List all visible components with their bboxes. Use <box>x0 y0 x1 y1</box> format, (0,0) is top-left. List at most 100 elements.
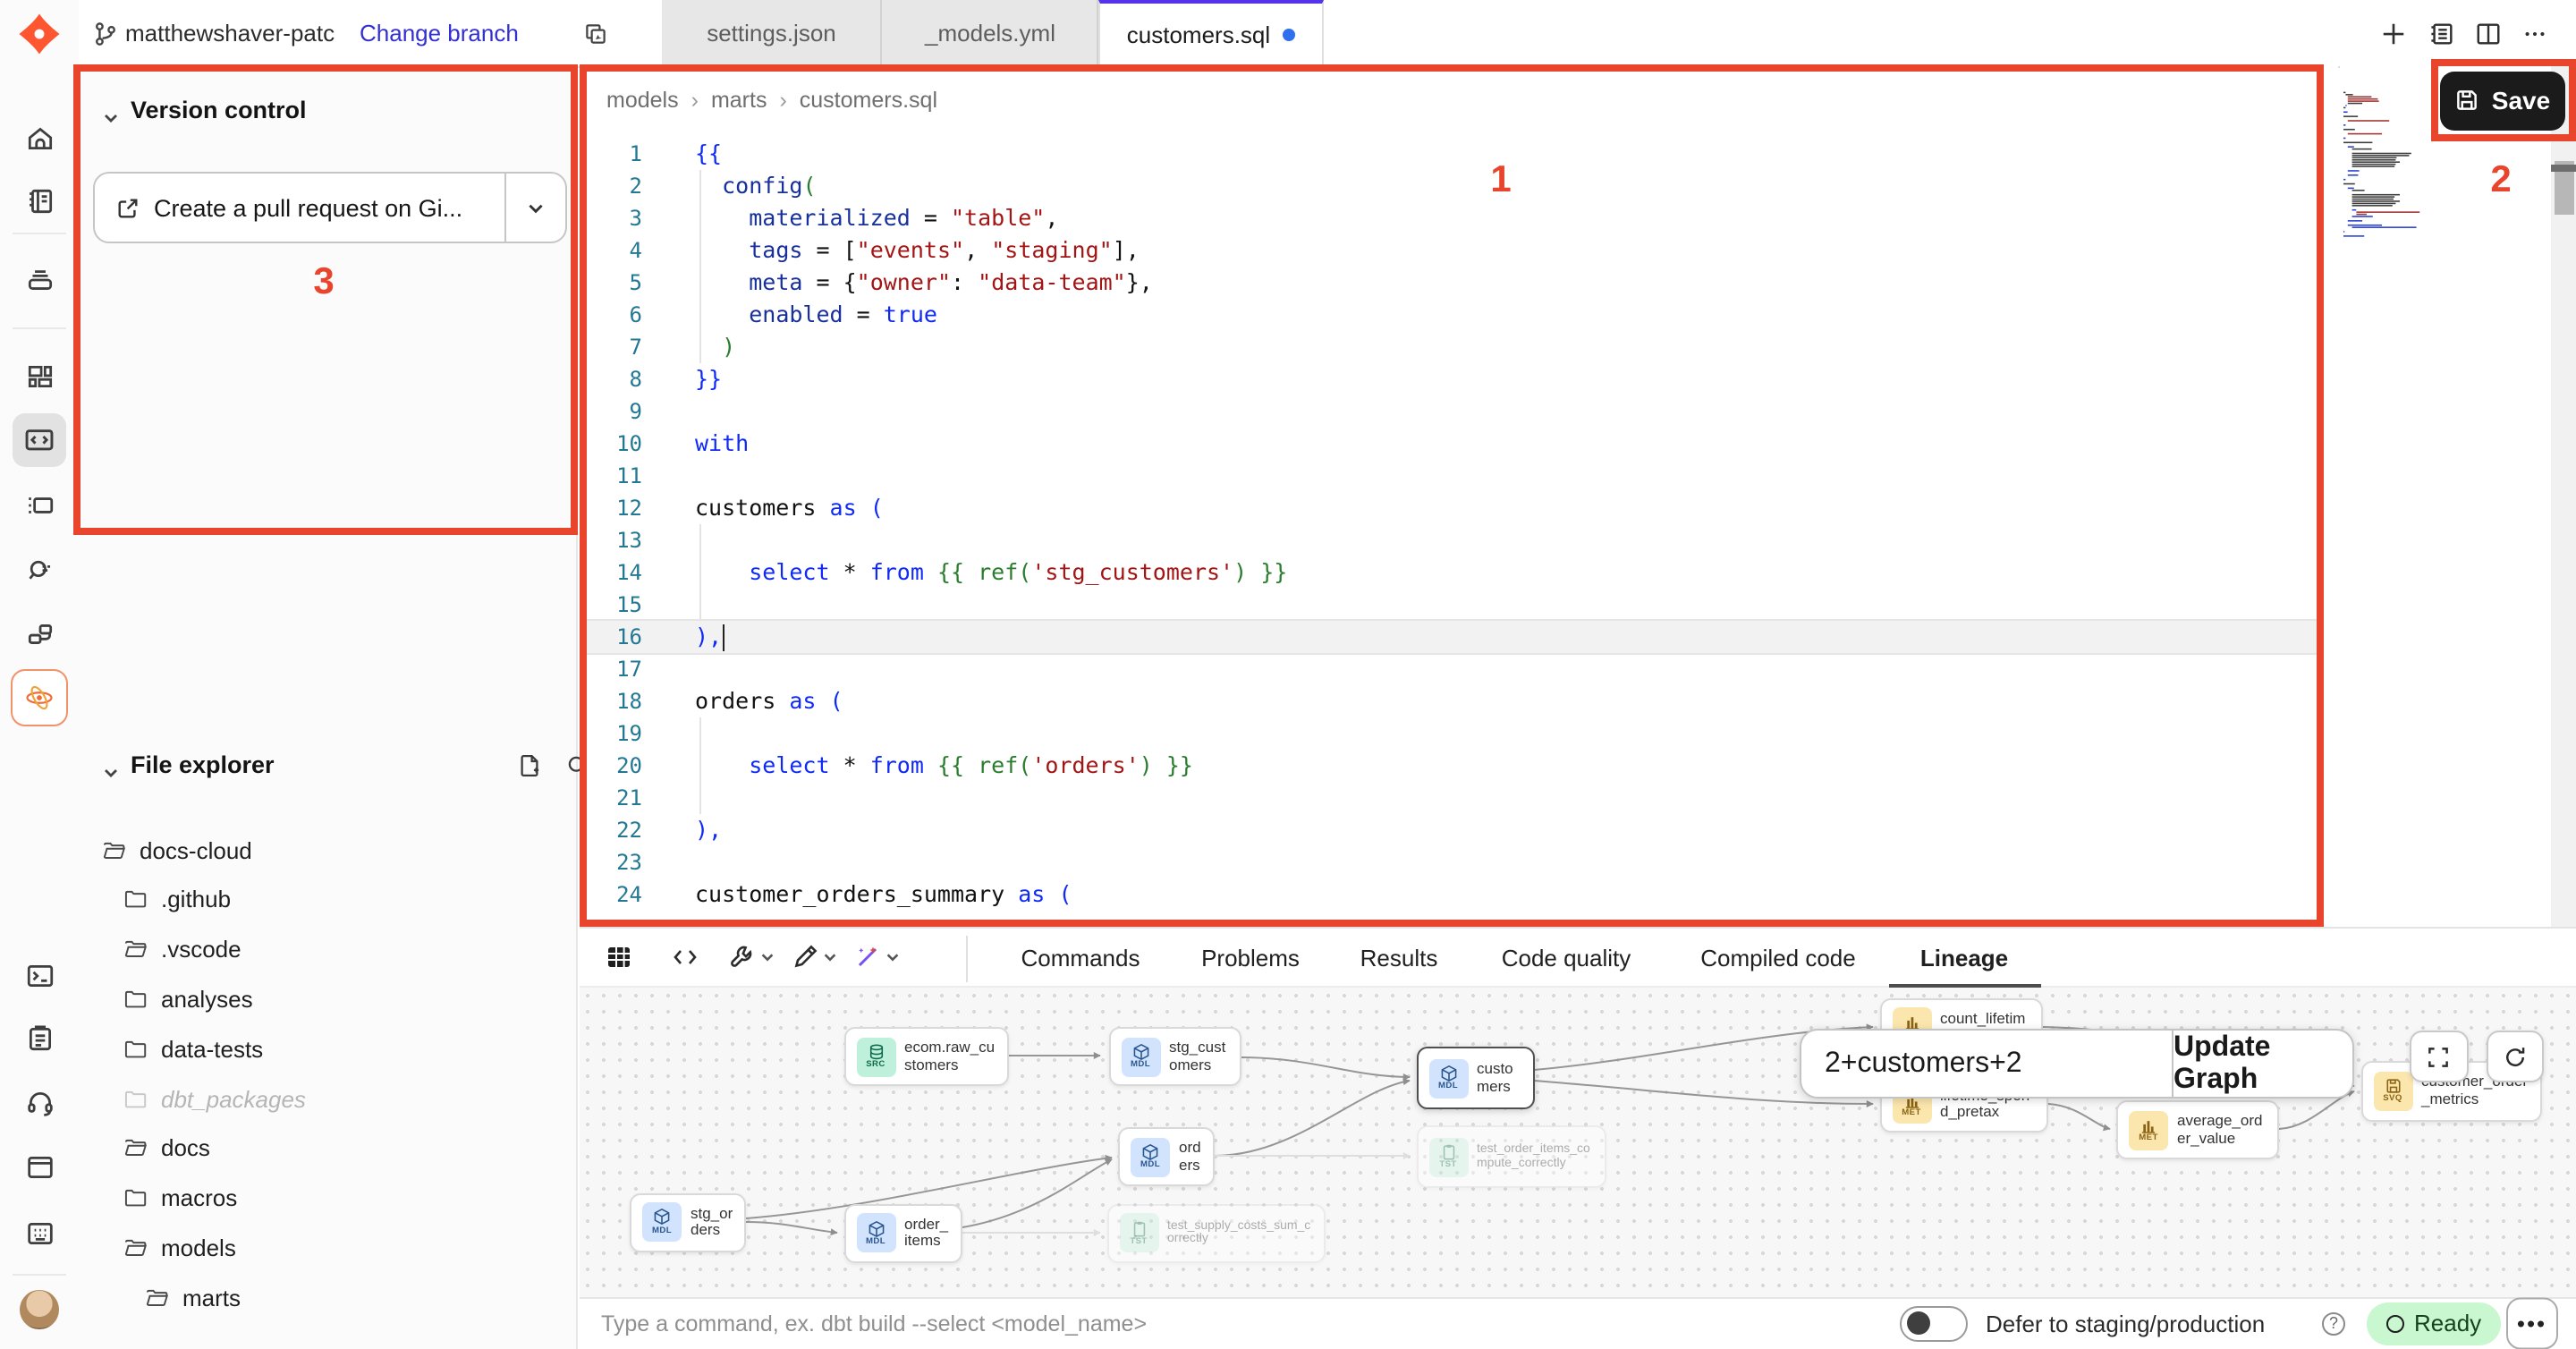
tab-customers.sql[interactable]: customers.sql <box>1098 0 1324 66</box>
code-line-8[interactable]: 8}} <box>580 363 2338 395</box>
lineage-selector-input[interactable]: 2+customers+2 <box>1801 1048 2172 1080</box>
outline-panel-icon[interactable] <box>2428 20 2455 47</box>
tab-_models.yml[interactable]: _models.yml <box>882 0 1098 66</box>
home-icon[interactable] <box>13 111 66 165</box>
save-button[interactable]: Save <box>2439 72 2565 130</box>
copy-branch-icon[interactable] <box>583 21 608 46</box>
file-tree-item-docs[interactable]: docs <box>79 1124 623 1174</box>
editor-scrollbar[interactable] <box>2551 66 2576 927</box>
code-line-10[interactable]: 10with <box>580 428 2338 460</box>
lineage-node-customers[interactable]: MDLcustomers <box>1416 1047 1534 1109</box>
code-line-3[interactable]: 3 materialized = "table", <box>580 202 2338 234</box>
create-pr-button[interactable]: Create a pull request on Gi... <box>93 172 567 243</box>
chevron-down-icon[interactable] <box>758 949 775 965</box>
chevron-down-icon[interactable] <box>102 764 120 782</box>
file-tree-item-docs-cloud[interactable]: docs-cloud <box>79 825 601 875</box>
lineage-node-order_items[interactable]: MDLorder_items <box>843 1203 962 1263</box>
more-options-button[interactable]: ••• <box>2505 1297 2558 1349</box>
code-line-4[interactable]: 4 tags = ["events", "staging"], <box>580 234 2338 267</box>
file-tree-item-dbt_packages[interactable]: dbt_packages <box>79 1073 623 1124</box>
code-editor[interactable]: models›marts›customers.sql 1{{2 config(3… <box>580 66 2338 927</box>
integrations-icon[interactable] <box>13 607 66 660</box>
more-icon[interactable] <box>2521 20 2548 47</box>
build-tools-icon[interactable] <box>728 943 757 971</box>
code-line-13[interactable]: 13 <box>580 524 2338 556</box>
lineage-node-orders[interactable]: MDLorders <box>1118 1127 1215 1186</box>
observability-icon[interactable] <box>13 542 66 596</box>
file-tree-item-marts[interactable]: marts <box>79 1272 644 1322</box>
code-line-1[interactable]: 1{{ <box>580 138 2338 170</box>
lineage-node-ecom.raw_customers[interactable]: SRCecom.raw_customers <box>843 1027 1008 1086</box>
file-tree-item-data-tests[interactable]: data-tests <box>79 1023 623 1073</box>
environments-icon[interactable] <box>13 252 66 306</box>
code-line-15[interactable]: 15 <box>580 589 2338 621</box>
code-line-24[interactable]: 24customer_orders_summary as ( <box>580 878 2338 911</box>
code-line-11[interactable]: 11 <box>580 460 2338 492</box>
code-line-21[interactable]: 21 <box>580 782 2338 814</box>
split-editor-icon[interactable] <box>2475 20 2502 47</box>
keypad-icon[interactable] <box>13 1206 66 1260</box>
file-tree-item-macros[interactable]: macros <box>79 1173 623 1223</box>
lineage-node-average_order_value[interactable]: METaverage_order_value <box>2116 1100 2279 1159</box>
tab-lineage[interactable]: Lineage <box>1920 929 2008 988</box>
code-line-5[interactable]: 5 meta = {"owner": "data-team"}, <box>580 267 2338 299</box>
results-table-icon[interactable] <box>605 943 633 971</box>
code-line-19[interactable]: 19 <box>580 717 2338 750</box>
clipboard-icon[interactable] <box>13 1011 66 1065</box>
file-tree-item-.vscode[interactable]: .vscode <box>79 924 623 974</box>
code-editor-icon[interactable] <box>13 413 66 467</box>
file-tree-item-analyses[interactable]: analyses <box>79 974 623 1024</box>
lineage-canvas[interactable]: SRCecom.raw_customers MDLstg_customers MDL… <box>580 988 2576 1296</box>
browser-icon[interactable] <box>13 1140 66 1193</box>
notebook-icon[interactable] <box>13 174 66 227</box>
tab-results[interactable]: Results <box>1360 929 1438 988</box>
code-line-16[interactable]: 16), <box>580 621 2338 653</box>
tab-settings.json[interactable]: settings.json <box>661 0 882 66</box>
chevron-down-icon[interactable] <box>884 949 900 965</box>
tab-problems[interactable]: Problems <box>1201 929 1300 988</box>
code-line-17[interactable]: 17 <box>580 653 2338 685</box>
fullscreen-button[interactable] <box>2410 1031 2468 1082</box>
file-tree-item-.github[interactable]: .github <box>79 875 623 925</box>
code-line-12[interactable]: 12customers as ( <box>580 492 2338 524</box>
code-line-22[interactable]: 22), <box>580 814 2338 846</box>
code-line-7[interactable]: 7 ) <box>580 331 2338 363</box>
minimap[interactable] <box>2339 66 2551 927</box>
copilot-fix-icon[interactable] <box>853 943 882 971</box>
code-preview-icon[interactable] <box>671 943 699 971</box>
help-icon[interactable]: ? <box>2322 1312 2345 1336</box>
tab-compiled-code[interactable]: Compiled code <box>1700 929 1855 988</box>
update-graph-button[interactable]: Update Graph <box>2172 1031 2351 1097</box>
dbt-copilot-icon[interactable] <box>11 669 68 726</box>
code-line-6[interactable]: 6 enabled = true <box>580 299 2338 331</box>
file-tree-item-models[interactable]: models <box>79 1223 623 1273</box>
avatar[interactable] <box>13 1283 66 1336</box>
code-line-2[interactable]: 2 config( <box>580 170 2338 202</box>
pr-dropdown-chevron[interactable] <box>504 174 565 242</box>
chevron-down-icon[interactable] <box>102 109 120 127</box>
lineage-node-test_supply_costs_sum_correctly[interactable]: TSTtest_supply_costs_sum_correctly <box>1106 1203 1325 1263</box>
change-branch-link[interactable]: Change branch <box>360 0 519 66</box>
code-line-20[interactable]: 20 select * from {{ ref('orders') }} <box>580 750 2338 782</box>
code-line-14[interactable]: 14 select * from {{ ref('stg_customers')… <box>580 556 2338 589</box>
defer-toggle[interactable] <box>1900 1306 1968 1342</box>
terminal-icon[interactable] <box>13 948 66 1002</box>
code-line-18[interactable]: 18orders as ( <box>580 685 2338 717</box>
lineage-node-stg_orders[interactable]: MDLstg_orders <box>630 1192 746 1251</box>
format-icon[interactable] <box>791 943 819 971</box>
dashboard-icon[interactable] <box>13 349 66 403</box>
command-input[interactable]: Type a command, ex. dbt build --select <… <box>601 1311 1147 1336</box>
lineage-node-stg_customers[interactable]: MDLstg_customers <box>1108 1027 1241 1086</box>
plus-icon[interactable] <box>2380 20 2407 47</box>
orchestration-icon[interactable] <box>13 478 66 531</box>
new-file-icon[interactable] <box>517 753 542 778</box>
lineage-node-test_order_items_compute_correctly[interactable]: TSTtest_order_items_compute_correctly <box>1416 1125 1606 1188</box>
chevron-down-icon[interactable] <box>821 949 837 965</box>
dbt-logo-icon[interactable] <box>13 7 66 61</box>
code-line-23[interactable]: 23 <box>580 846 2338 878</box>
code-line-9[interactable]: 9 <box>580 395 2338 428</box>
tab-commands[interactable]: Commands <box>1021 929 1140 988</box>
support-headset-icon[interactable] <box>13 1075 66 1129</box>
tab-code-quality[interactable]: Code quality <box>1502 929 1631 988</box>
refresh-button[interactable] <box>2486 1031 2544 1082</box>
